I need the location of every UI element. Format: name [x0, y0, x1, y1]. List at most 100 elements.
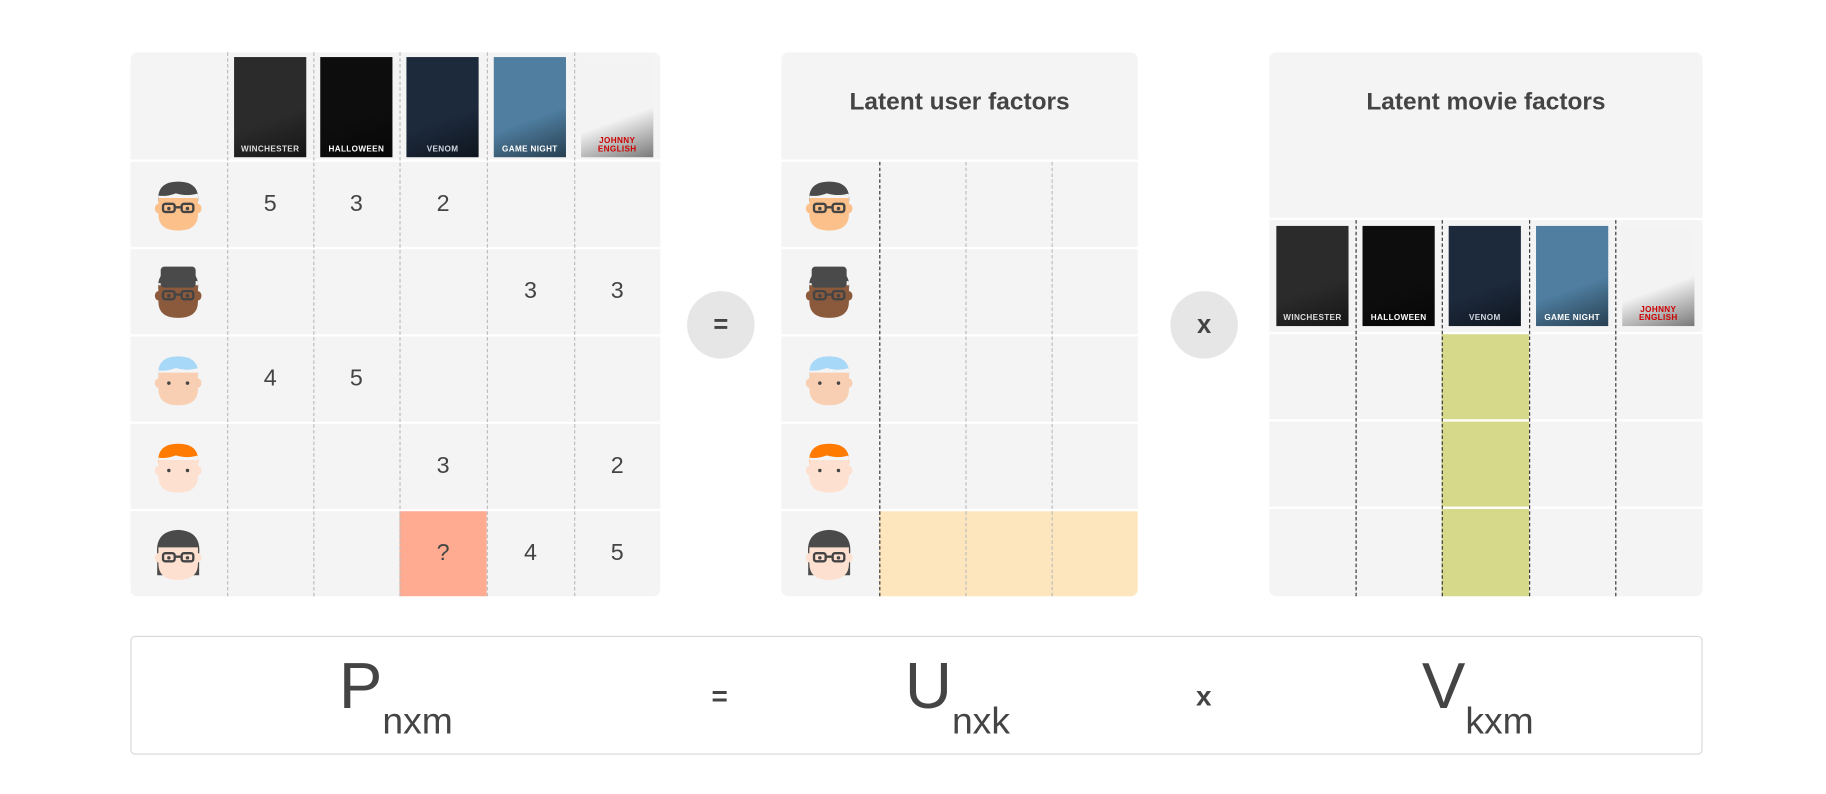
avatar-boy-glasses	[804, 177, 855, 233]
user-factor-cell	[965, 336, 1052, 422]
avatar-man-dark-skin-glasses	[804, 264, 855, 320]
column-divider	[1615, 220, 1617, 597]
column-divider	[965, 161, 967, 597]
movie-factor-cell	[1529, 508, 1616, 597]
column-divider	[486, 52, 488, 597]
rating-cell: 5	[227, 161, 314, 247]
rating-cell	[399, 336, 487, 422]
column-divider	[1529, 220, 1531, 597]
movie-poster-johnny-english: JOHNNY ENGLISH	[1622, 225, 1695, 327]
highlighted-movie-factor-cell	[1441, 334, 1530, 420]
column-divider	[1441, 220, 1443, 597]
times-sign: x	[1197, 309, 1212, 339]
movie-poster-game-night: GAME NIGHT	[1536, 225, 1609, 327]
movie-factor-cell	[1615, 508, 1703, 597]
formula-box: Pnxm = Unxk x Vkxm	[130, 635, 1703, 755]
movie-factors-title: Latent movie factors	[1366, 88, 1606, 116]
rating-cell	[227, 423, 314, 509]
rating-cell	[313, 249, 400, 335]
movie-factor-cell	[1615, 334, 1703, 420]
movie-factor-cell	[1355, 421, 1442, 507]
equals-operator: =	[687, 291, 755, 359]
highlighted-user-factor-cell	[1051, 511, 1138, 597]
p-subscript: nxm	[382, 699, 453, 742]
movie-factor-cell	[1529, 334, 1616, 420]
rating-cell: 2	[399, 161, 487, 247]
column-divider	[879, 161, 881, 597]
movie-factor-cell	[1355, 334, 1442, 420]
movie-factor-cell	[1269, 508, 1356, 597]
movie-poster-johnny-english: JOHNNY ENGLISH	[581, 57, 654, 158]
movie-factors-header	[1269, 52, 1703, 218]
highlighted-movie-factor-cell	[1441, 421, 1530, 507]
rating-cell	[313, 423, 400, 509]
movie-poster-winchester: WINCHESTER	[234, 57, 307, 158]
rating-cell	[486, 423, 575, 509]
rating-cell: 3	[574, 249, 661, 335]
user-factor-cell	[1051, 423, 1138, 509]
avatar-blue-hair	[804, 352, 855, 408]
column-divider	[313, 52, 315, 597]
avatar-woman-glasses	[153, 526, 204, 582]
equals-sign: =	[713, 309, 729, 339]
rating-cell: 3	[399, 423, 487, 509]
user-factor-cell	[1051, 161, 1138, 247]
column-divider	[1355, 220, 1357, 597]
column-divider	[399, 52, 401, 597]
times-operator: x	[1170, 291, 1238, 359]
user-factors-title: Latent user factors	[849, 88, 1070, 116]
highlighted-user-factor-cell	[965, 511, 1052, 597]
rating-cell: 4	[486, 511, 575, 597]
unknown-rating-cell: ?	[399, 511, 487, 597]
rating-cell	[227, 249, 314, 335]
movie-poster-venom: VENOM	[1448, 225, 1521, 327]
column-divider	[1051, 161, 1053, 597]
u-symbol: U	[904, 648, 952, 723]
user-factor-cell	[965, 249, 1052, 335]
movie-poster-halloween: HALLOWEEN	[320, 57, 393, 158]
rating-cell: 5	[313, 336, 400, 422]
highlighted-user-factor-cell	[879, 511, 966, 597]
rating-cell	[486, 161, 575, 247]
user-factor-cell	[879, 423, 966, 509]
formula-u: Unxk	[905, 653, 1010, 742]
v-symbol: V	[1421, 648, 1466, 723]
rating-cell	[486, 336, 575, 422]
column-divider	[227, 52, 229, 597]
avatar-orange-hair	[153, 439, 204, 495]
rating-cell	[574, 336, 661, 422]
movie-factor-cell	[1269, 421, 1356, 507]
user-factor-cell	[1051, 336, 1138, 422]
rating-cell: 5	[574, 511, 661, 597]
movie-factor-cell	[1355, 508, 1442, 597]
rating-cell: 3	[486, 249, 575, 335]
matrix-factorization-diagram: = x Pnxm = Unxk x Vkxm WINCHESTER HALLOWE…	[0, 0, 1826, 794]
p-symbol: P	[338, 648, 383, 723]
user-factor-cell	[879, 161, 966, 247]
formula-p: Pnxm	[339, 653, 453, 742]
movie-factor-cell	[1615, 421, 1703, 507]
avatar-orange-hair	[804, 439, 855, 495]
u-subscript: nxk	[951, 699, 1010, 742]
movie-poster-winchester: WINCHESTER	[1276, 225, 1349, 327]
formula-times: x	[1195, 681, 1212, 713]
rating-cell	[313, 511, 400, 597]
user-factor-cell	[965, 423, 1052, 509]
avatar-woman-glasses	[804, 526, 855, 582]
formula-v: Vkxm	[1422, 653, 1534, 742]
movie-factor-cell	[1269, 334, 1356, 420]
column-divider	[574, 52, 576, 597]
user-factor-cell	[1051, 249, 1138, 335]
avatar-boy-glasses	[153, 177, 204, 233]
formula-equals: =	[711, 681, 728, 713]
user-factor-cell	[879, 249, 966, 335]
highlighted-movie-factor-cell	[1441, 508, 1530, 597]
user-factor-cell	[879, 336, 966, 422]
rating-cell: 4	[227, 336, 314, 422]
movie-poster-venom: VENOM	[406, 57, 479, 158]
movie-factor-cell	[1529, 421, 1616, 507]
v-subscript: kxm	[1465, 699, 1534, 742]
movie-poster-game-night: GAME NIGHT	[493, 57, 566, 158]
rating-cell	[227, 511, 314, 597]
user-factor-cell	[965, 161, 1052, 247]
